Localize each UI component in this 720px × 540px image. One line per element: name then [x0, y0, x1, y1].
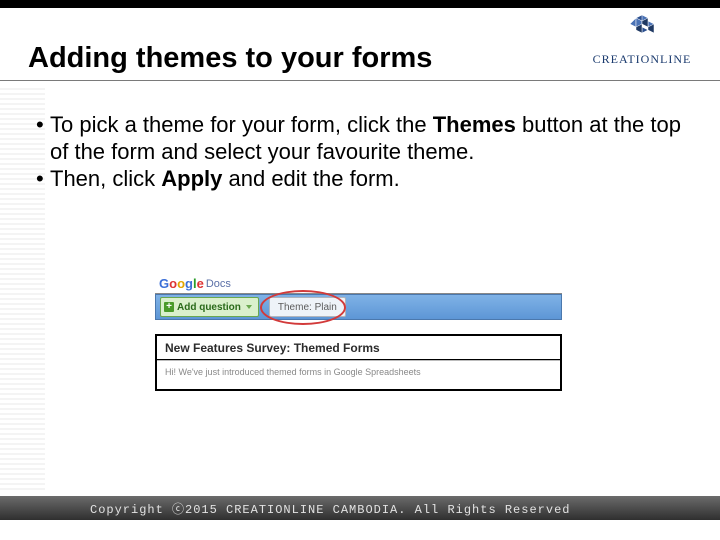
theme-button-label: Theme: Plain: [278, 302, 337, 313]
add-question-label: Add question: [177, 302, 241, 313]
form-body-text: Hi! We've just introduced themed forms i…: [165, 367, 552, 377]
copyright-text: Copyright ⓒ2015 CREATIONLINE CAMBODIA. A…: [0, 500, 570, 517]
brand-name: CREATIONLINE: [578, 52, 706, 67]
cube-icon: [622, 10, 662, 50]
bullet-dot: •: [36, 166, 50, 193]
embedded-screenshot: Google Docs + Add question Theme: Plain …: [155, 269, 562, 391]
form-title: New Features Survey: Themed Forms: [157, 336, 560, 360]
form-preview: New Features Survey: Themed Forms Hi! We…: [155, 334, 562, 391]
plus-icon: +: [164, 302, 174, 312]
docs-label: Docs: [206, 278, 231, 290]
add-question-button[interactable]: + Add question: [160, 297, 259, 317]
theme-button[interactable]: Theme: Plain: [269, 297, 346, 317]
footer-gap: [0, 520, 720, 540]
bullet-text: To pick a theme for your form, click the…: [50, 112, 684, 166]
dropdown-caret-icon: [246, 305, 252, 309]
top-stripe: [0, 0, 720, 8]
form-body: Hi! We've just introduced themed forms i…: [157, 360, 560, 389]
bullet-dot: •: [36, 112, 50, 166]
title-block: Adding themes to your forms: [28, 42, 570, 75]
google-logo: Google: [159, 276, 204, 291]
bullet-text: Then, click Apply and edit the form.: [50, 166, 684, 193]
bullet-item: • Then, click Apply and edit the form.: [36, 166, 684, 193]
footer-bar: Copyright ⓒ2015 CREATIONLINE CAMBODIA. A…: [0, 496, 720, 520]
google-docs-header: Google Docs: [155, 269, 562, 291]
bullet-item: • To pick a theme for your form, click t…: [36, 112, 684, 166]
bullet-list: • To pick a theme for your form, click t…: [36, 112, 684, 192]
slide: CREATIONLINE Adding themes to your forms…: [0, 0, 720, 540]
title-underline: [0, 80, 720, 81]
form-toolbar: + Add question Theme: Plain: [155, 294, 562, 320]
brand-logo: CREATIONLINE: [578, 10, 706, 67]
page-title: Adding themes to your forms: [28, 42, 570, 75]
